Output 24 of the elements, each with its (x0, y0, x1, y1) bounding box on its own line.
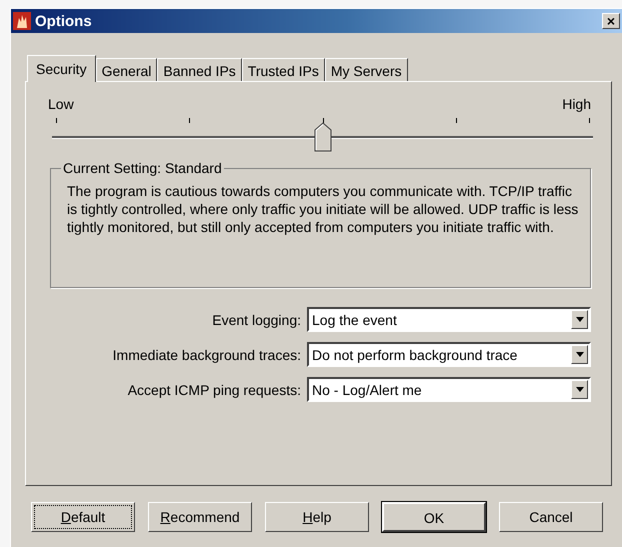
close-button[interactable]: × (602, 13, 620, 29)
low-label: Low (48, 96, 74, 112)
tab[interactable]: Trusted IPs (242, 58, 325, 81)
dialog-button[interactable]: OK (382, 502, 486, 532)
dropdown[interactable]: No - Log/Alert me (307, 377, 591, 402)
group-title: Current Setting: Standard (62, 160, 223, 176)
setting-description: The program is cautious towards computers you communicate with. TCP/IP traffic is tightly controlled, where only traffic you initiate will be allowed. UDP traffic is less tightly monitored, but still only accepted from computers you initiate traffic with. (67, 182, 580, 236)
dialog-button[interactable]: Default (31, 502, 135, 532)
tab[interactable]: General (96, 58, 158, 81)
setting-label: Event logging: (212, 312, 301, 328)
dropdown[interactable]: Log the event (307, 307, 591, 332)
dialog-button[interactable]: Recommend (148, 502, 252, 532)
slider-thumb[interactable] (314, 122, 332, 152)
tab[interactable]: My Servers (324, 58, 408, 81)
flame-icon (13, 12, 31, 30)
window-title: Options (35, 12, 93, 30)
tab[interactable]: Banned IPs (157, 58, 242, 81)
dropdown[interactable]: Do not perform background trace (307, 342, 591, 367)
setting-label: Accept ICMP ping requests: (128, 382, 301, 398)
setting-label: Immediate background traces: (112, 346, 301, 362)
dialog-button[interactable]: Help (265, 502, 369, 532)
high-label: High (562, 96, 591, 112)
tab[interactable]: Security (27, 55, 96, 82)
dialog-button[interactable]: Cancel (499, 502, 603, 532)
